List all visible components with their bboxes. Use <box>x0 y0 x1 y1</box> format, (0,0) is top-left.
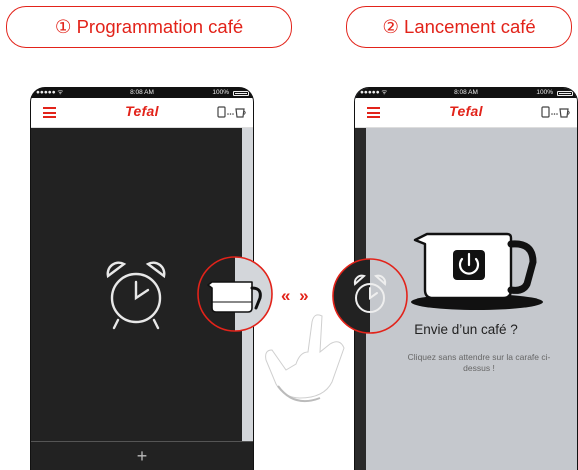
switch-arrows: « » <box>281 286 311 305</box>
alarm-zoom-circle[interactable] <box>332 258 408 334</box>
carafe-zoom-circle[interactable] <box>197 256 273 332</box>
transition-overlay <box>197 256 408 402</box>
hand-pointer-icon <box>265 314 345 402</box>
